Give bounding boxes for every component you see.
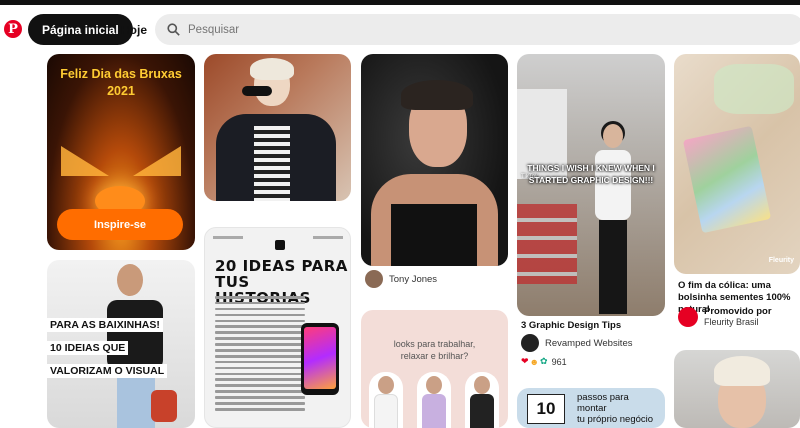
creator-revamped-websites[interactable]: Revamped Websites <box>521 334 632 352</box>
inspire-button[interactable]: Inspire-se <box>57 209 183 240</box>
pin-image-dress <box>391 204 477 266</box>
pin-looks-trabalhar[interactable]: looks para trabalhar, relaxar e brilhar? <box>361 310 508 428</box>
pin-halloween-title: Feliz Dia das Bruxas 2021 <box>47 66 195 100</box>
promoted-label: Promovido por <box>704 306 772 317</box>
pin-ideas-historias[interactable]: 20 IDEAS PARA TUS HISTORIAS <box>204 227 351 428</box>
graphic-design-caption: THINGS I WISH I KNEW WHEN I STARTED GRAP… <box>527 163 655 185</box>
pin-platinum-hair-portrait[interactable] <box>204 54 351 201</box>
looks-line1: looks para trabalhar, <box>393 339 476 349</box>
looks-line2: relaxar e brilhar? <box>400 351 469 361</box>
pin-image-pad <box>714 64 794 114</box>
avatar[interactable] <box>365 270 383 288</box>
pin-image-hair <box>714 356 770 386</box>
pin-image-hair <box>401 80 473 110</box>
pinterest-logo-icon[interactable]: P <box>4 20 22 38</box>
pin-image-person-jeans <box>117 370 155 428</box>
creator-name[interactable]: Tony Jones <box>389 274 437 285</box>
pin-image-hair <box>250 58 294 80</box>
avatar[interactable] <box>678 306 698 327</box>
baixinhas-line1: PARA AS BAIXINHAS! <box>47 318 163 332</box>
nav-today-button[interactable]: Hoje <box>117 14 151 45</box>
pin-image-person-top <box>107 300 163 370</box>
ideias-title-line1: 20 IDEAS PARA <box>215 257 348 275</box>
looks-figure-2 <box>417 372 451 428</box>
avatar[interactable] <box>521 334 539 352</box>
heart-reaction-icon: ❤ <box>521 356 529 366</box>
pin-title[interactable]: 3 Graphic Design Tips <box>521 320 621 331</box>
pin-shaved-hair-portrait[interactable] <box>361 54 508 266</box>
pin-graphic-design-tips[interactable]: TikTok THINGS I WISH I KNEW WHEN I START… <box>517 54 665 316</box>
pin-image-person <box>595 121 631 314</box>
search-icon <box>167 23 180 36</box>
pumpkin-eye-right <box>133 146 181 176</box>
passos-line3: tu próprio negócio <box>577 414 654 425</box>
promoted-brand[interactable]: Fleurity Brasil <box>704 317 772 327</box>
pin-image-sunglasses <box>242 86 272 96</box>
pin-brand-watermark: Fleurity <box>768 257 794 264</box>
pin-image-product-box <box>682 125 772 234</box>
wow-reaction-icon: ✿ <box>540 356 548 366</box>
baixinhas-line2: 10 IDEIAS QUE <box>47 341 129 355</box>
pumpkin-eye-left <box>61 146 109 176</box>
reaction-count: 961 <box>551 356 567 367</box>
pin-colica-product[interactable]: Fleurity <box>674 54 800 274</box>
pin-ideias-logo-icon <box>275 240 285 250</box>
passos-text: passos para montar tu próprio negócio <box>577 392 653 425</box>
pin-baixinhas[interactable]: PARA AS BAIXINHAS! 10 IDEIAS QUE VALORIZ… <box>47 260 195 428</box>
pin-ideias-list <box>215 296 305 414</box>
pin-10-passos[interactable]: 10 passos para montar tu próprio negócio <box>517 388 665 428</box>
pin-halloween[interactable]: Feliz Dia das Bruxas 2021 Inspire-se <box>47 54 195 250</box>
top-window-edge <box>0 0 800 5</box>
promoted-by[interactable]: Promovido por Fleurity Brasil <box>678 306 772 327</box>
looks-figure-3 <box>465 372 499 428</box>
passos-line1: passos para <box>577 392 629 403</box>
looks-title: looks para trabalhar, relaxar e brilhar? <box>361 338 508 362</box>
pin-ideias-phone-icon <box>301 323 339 395</box>
pin-short-hair-portrait[interactable] <box>674 350 800 428</box>
top-navigation-bar: P Página inicial Hoje <box>0 8 800 52</box>
smile-reaction-icon: ☻ <box>529 356 540 367</box>
creator-name[interactable]: Revamped Websites <box>545 338 632 349</box>
pin-image-handbag <box>151 390 177 422</box>
creator-tony-jones[interactable]: Tony Jones <box>365 270 437 288</box>
passos-line2: montar <box>577 403 607 414</box>
baixinhas-line3: VALORIZAM O VISUAL <box>47 364 168 378</box>
search-input[interactable] <box>188 23 768 36</box>
looks-figure-1 <box>369 372 403 428</box>
halloween-title-line1: Feliz Dia das Bruxas <box>60 67 182 81</box>
search-bar[interactable] <box>155 14 800 45</box>
pin-image-striped-shirt <box>254 126 290 201</box>
pin-image-shelf <box>517 204 577 284</box>
passos-number: 10 <box>527 394 565 424</box>
pin-image-person-head <box>117 264 143 296</box>
reactions[interactable]: ❤ ☻ ✿ 961 <box>521 356 567 367</box>
halloween-title-line2: 2021 <box>107 84 135 98</box>
